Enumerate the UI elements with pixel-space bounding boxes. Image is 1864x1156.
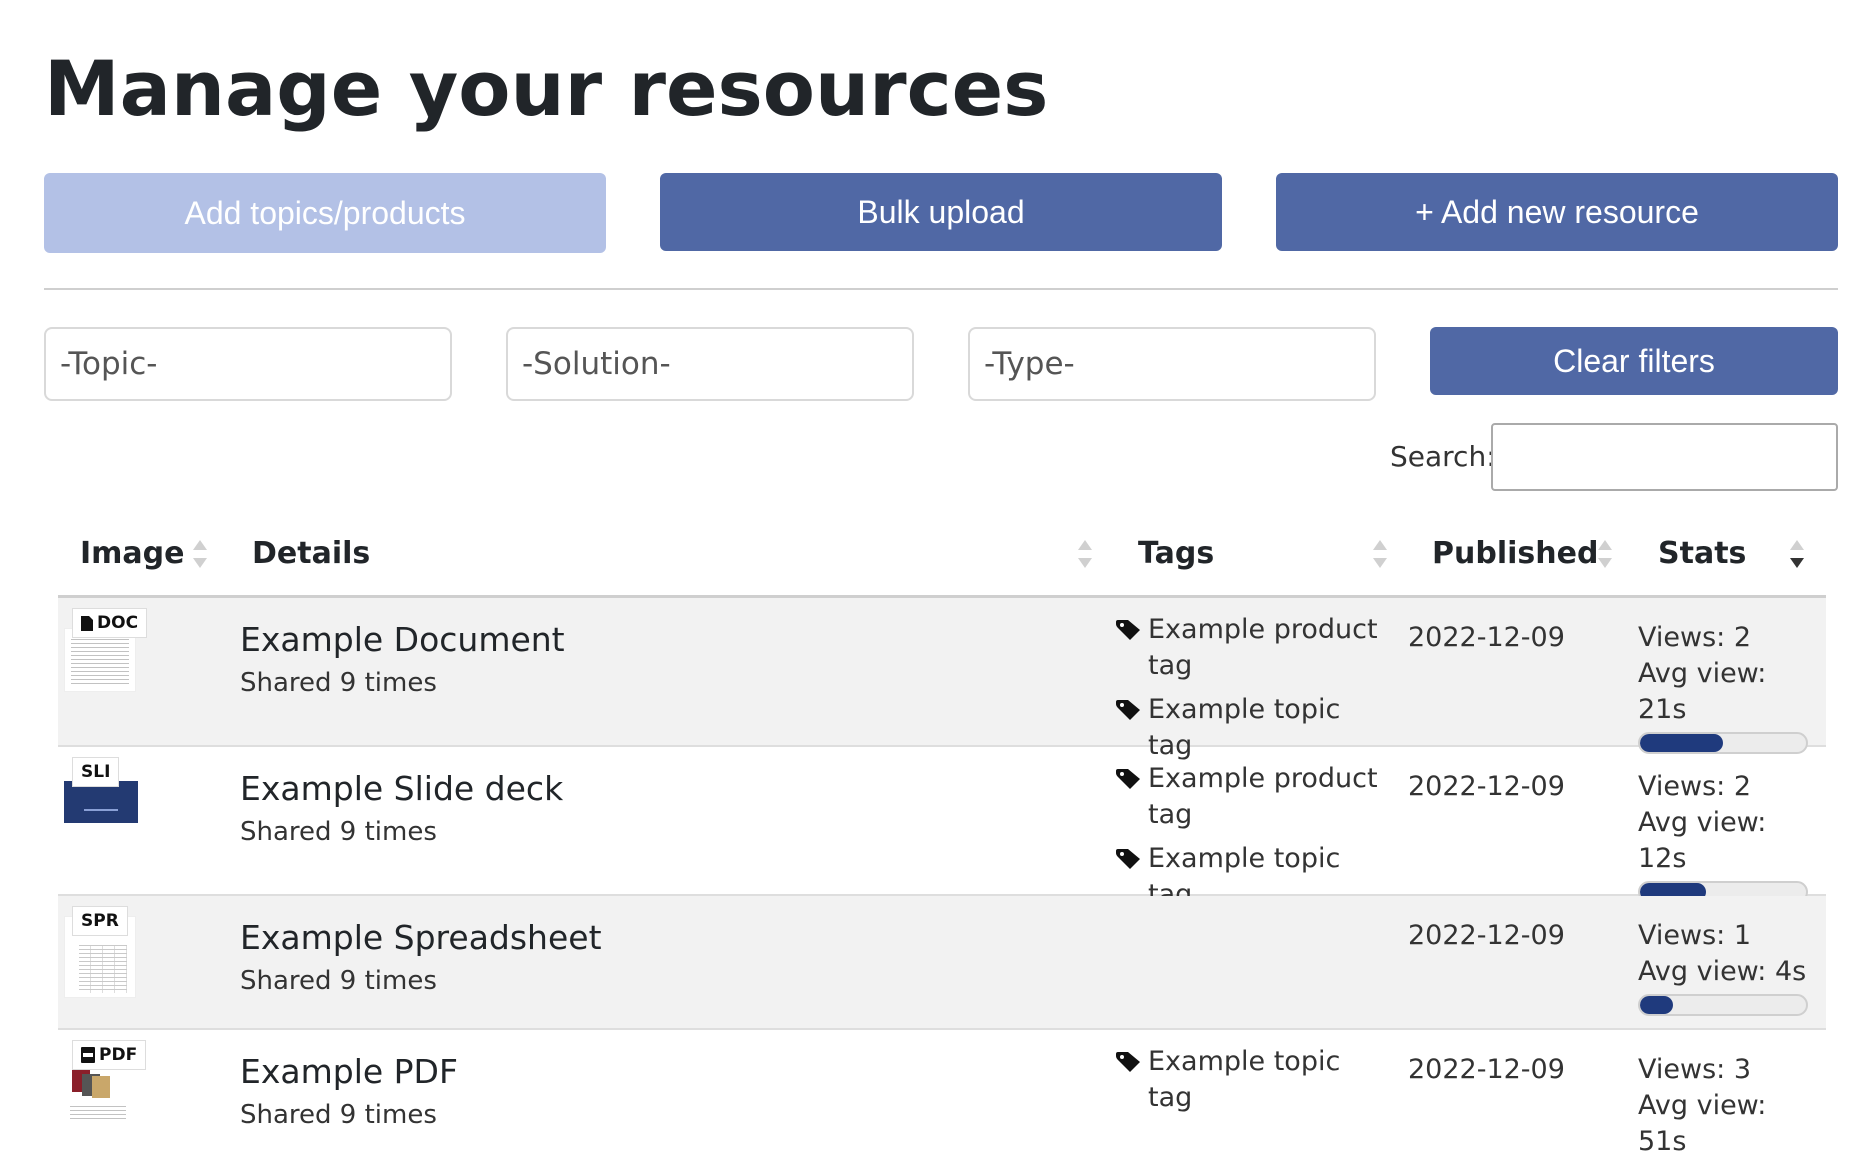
tag-label: Example product tag bbox=[1148, 614, 1378, 681]
tag[interactable]: Example product tag bbox=[1116, 612, 1378, 684]
sort-icon[interactable] bbox=[193, 538, 207, 574]
tag-icon bbox=[1116, 769, 1140, 789]
sort-icon[interactable] bbox=[1598, 538, 1612, 574]
search-label: Search: bbox=[1390, 440, 1496, 473]
table-header: Image Details Tags Published Stats bbox=[58, 520, 1826, 598]
avg-view-time: Avg view: 4s bbox=[1638, 956, 1807, 987]
pdf-file-icon bbox=[81, 1047, 95, 1063]
slide-preview bbox=[64, 781, 138, 823]
resource-title[interactable]: Example Spreadsheet bbox=[240, 918, 602, 957]
published-date: 2022-12-09 bbox=[1408, 1054, 1565, 1085]
resource-thumbnail[interactable]: SPR bbox=[64, 906, 140, 998]
share-count: Shared 9 times bbox=[240, 1100, 437, 1130]
resource-title[interactable]: Example PDF bbox=[240, 1052, 458, 1091]
sort-icon[interactable] bbox=[1373, 538, 1387, 574]
stats: Views: 3 Avg view: 51s bbox=[1638, 1052, 1810, 1156]
stats: Views: 2 Avg view: 21s bbox=[1638, 620, 1810, 754]
avg-view-time: Avg view: 51s bbox=[1638, 1090, 1767, 1156]
type-badge-label: SPR bbox=[81, 911, 119, 931]
views-count: Views: 2 bbox=[1638, 771, 1751, 802]
topic-filter-select[interactable]: -Topic- bbox=[44, 327, 452, 401]
resource-thumbnail[interactable]: PDF bbox=[64, 1040, 147, 1126]
share-count: Shared 9 times bbox=[240, 817, 437, 847]
table-row[interactable]: SPR Example Spreadsheet Shared 9 times 2… bbox=[58, 896, 1826, 1030]
tag-label: Example product tag bbox=[1148, 763, 1378, 830]
file-icon bbox=[81, 615, 93, 631]
type-filter-select[interactable]: -Type- bbox=[968, 327, 1376, 401]
tag-icon bbox=[1116, 620, 1140, 640]
type-badge: PDF bbox=[72, 1040, 147, 1070]
avg-view-time: Avg view: 12s bbox=[1638, 807, 1767, 874]
published-date: 2022-12-09 bbox=[1408, 920, 1565, 951]
column-header-stats[interactable]: Stats bbox=[1658, 536, 1746, 571]
avg-view-time: Avg view: 21s bbox=[1638, 658, 1767, 725]
share-count: Shared 9 times bbox=[240, 966, 437, 996]
stats: Views: 2 Avg view: 12s bbox=[1638, 769, 1810, 903]
page-title: Manage your resources bbox=[44, 44, 1049, 133]
type-badge-label: DOC bbox=[97, 613, 139, 633]
column-header-details[interactable]: Details bbox=[252, 536, 370, 571]
tag[interactable]: Example topic tag bbox=[1116, 1044, 1378, 1116]
resource-title[interactable]: Example Document bbox=[240, 620, 565, 659]
solution-filter-select[interactable]: -Solution- bbox=[506, 327, 914, 401]
type-badge: DOC bbox=[72, 608, 148, 638]
page: Manage your resources Add topics/product… bbox=[0, 0, 1864, 1156]
resource-title[interactable]: Example Slide deck bbox=[240, 769, 563, 808]
column-header-tags[interactable]: Tags bbox=[1138, 536, 1214, 571]
search-input[interactable] bbox=[1491, 423, 1838, 491]
column-header-image[interactable]: Image bbox=[80, 536, 185, 571]
tag[interactable]: Example product tag bbox=[1116, 761, 1378, 833]
views-count: Views: 2 bbox=[1638, 622, 1751, 653]
sort-desc-icon[interactable] bbox=[1790, 538, 1804, 574]
view-progress-bar bbox=[1638, 994, 1808, 1016]
tag-icon bbox=[1116, 849, 1140, 869]
views-count: Views: 1 bbox=[1638, 920, 1751, 951]
pdf-preview bbox=[64, 1068, 134, 1124]
type-badge: SPR bbox=[72, 906, 128, 936]
type-badge: SLI bbox=[72, 757, 120, 787]
resources-table: Image Details Tags Published Stats DOC E… bbox=[58, 520, 1826, 1156]
add-topics-button[interactable]: Add topics/products bbox=[44, 173, 606, 253]
tag-label: Example topic tag bbox=[1148, 1046, 1341, 1113]
table-row[interactable]: PDF Example PDF Shared 9 times Example t… bbox=[58, 1030, 1826, 1156]
clear-filters-button[interactable]: Clear filters bbox=[1430, 327, 1838, 395]
stats: Views: 1 Avg view: 4s bbox=[1638, 918, 1810, 1016]
tag-icon bbox=[1116, 1052, 1140, 1072]
tag-icon bbox=[1116, 700, 1140, 720]
views-count: Views: 3 bbox=[1638, 1054, 1751, 1085]
tag-list: Example topic tag bbox=[1116, 1044, 1378, 1124]
published-date: 2022-12-09 bbox=[1408, 771, 1565, 802]
sort-icon[interactable] bbox=[1078, 538, 1092, 574]
resource-thumbnail[interactable]: DOC bbox=[64, 608, 148, 694]
bulk-upload-button[interactable]: Bulk upload bbox=[660, 173, 1222, 251]
table-row[interactable]: DOC Example Document Shared 9 times Exam… bbox=[58, 598, 1826, 761]
share-count: Shared 9 times bbox=[240, 668, 437, 698]
table-row[interactable]: SLI Example Slide deck Shared 9 times Ex… bbox=[58, 747, 1826, 910]
divider bbox=[44, 288, 1838, 290]
column-header-published[interactable]: Published bbox=[1432, 536, 1598, 571]
resource-thumbnail[interactable]: SLI bbox=[64, 757, 140, 843]
type-badge-label: SLI bbox=[81, 762, 111, 782]
add-new-resource-button[interactable]: + Add new resource bbox=[1276, 173, 1838, 251]
published-date: 2022-12-09 bbox=[1408, 622, 1565, 653]
type-badge-label: PDF bbox=[99, 1045, 138, 1065]
